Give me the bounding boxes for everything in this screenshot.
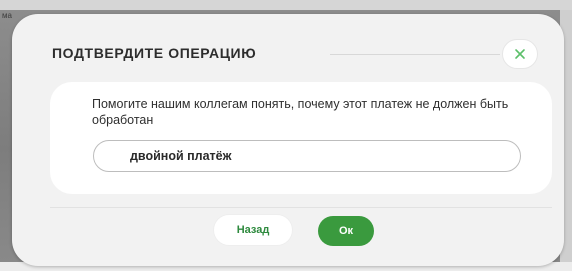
backdrop-page-label: ма xyxy=(2,11,12,20)
title-divider xyxy=(330,54,500,55)
close-button[interactable] xyxy=(502,39,538,69)
reason-input[interactable] xyxy=(93,140,521,172)
ok-button[interactable]: Ок xyxy=(318,216,374,246)
footer-divider xyxy=(50,207,552,208)
reason-prompt: Помогите нашим коллегам понять, почему э… xyxy=(92,97,509,127)
reason-panel: Помогите нашим коллегам понять, почему э… xyxy=(50,82,552,194)
confirm-operation-dialog: ПОДТВЕРДИТЕ ОПЕРАЦИЮ Помогите нашим колл… xyxy=(12,14,564,266)
dialog-title: ПОДТВЕРДИТЕ ОПЕРАЦИЮ xyxy=(52,45,257,61)
back-button[interactable]: Назад xyxy=(214,215,292,245)
backdrop-top-strip xyxy=(0,0,572,10)
close-icon xyxy=(515,49,525,59)
